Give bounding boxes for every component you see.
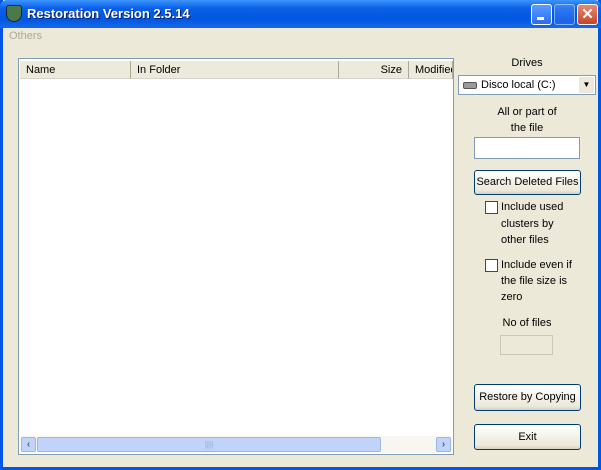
app-icon [6, 5, 22, 22]
drive-selected: Disco local (C:) [481, 79, 556, 91]
file-name-input[interactable] [474, 137, 580, 159]
maximize-button[interactable] [554, 4, 575, 25]
include-zero-label-3: zero [501, 291, 523, 303]
column-in-folder[interactable]: In Folder [131, 61, 339, 79]
main-window: Restoration Version 2.5.14 ✕ Others Name… [0, 0, 601, 470]
include-used-checkbox[interactable] [485, 201, 498, 214]
search-deleted-files-button[interactable]: Search Deleted Files [474, 170, 581, 195]
column-name[interactable]: Name [20, 61, 131, 79]
exit-button[interactable]: Exit [474, 424, 581, 450]
menu-bar: Others [3, 28, 598, 45]
drives-combo[interactable]: Disco local (C:) ▼ [458, 75, 596, 95]
include-used-label-2: clusters by [501, 218, 554, 230]
scroll-thumb[interactable]: |||| [37, 437, 381, 452]
drive-icon [463, 82, 477, 89]
include-zero-checkbox[interactable] [485, 259, 498, 272]
column-modified[interactable]: Modified [409, 61, 453, 79]
scroll-left-icon[interactable]: ‹ [21, 437, 36, 452]
column-size[interactable]: Size [339, 61, 409, 79]
include-used-label-3: other files [501, 234, 549, 246]
menu-others[interactable]: Others [9, 30, 42, 42]
scroll-right-icon[interactable]: › [436, 437, 451, 452]
window-title: Restoration Version 2.5.14 [27, 6, 190, 21]
no-of-files-label: No of files [502, 317, 552, 329]
chevron-down-icon[interactable]: ▼ [579, 77, 594, 93]
drives-label: Drives [511, 57, 543, 69]
minimize-button[interactable] [531, 4, 552, 25]
file-list[interactable]: Name In Folder Size Modified ‹ |||| › [18, 58, 454, 455]
file-label-2: the file [510, 122, 544, 134]
include-zero-label-2: the file size is [501, 275, 568, 287]
restore-by-copying-button[interactable]: Restore by Copying [474, 384, 581, 411]
no-of-files-field [500, 335, 553, 355]
include-used-label-1: Include used [501, 201, 564, 213]
file-label-1: All or part of [497, 106, 557, 118]
horizontal-scrollbar[interactable]: ‹ |||| › [20, 436, 452, 453]
close-button[interactable]: ✕ [577, 4, 598, 25]
include-zero-label-1: Include even if [501, 259, 572, 271]
title-bar[interactable]: Restoration Version 2.5.14 ✕ [0, 0, 601, 28]
